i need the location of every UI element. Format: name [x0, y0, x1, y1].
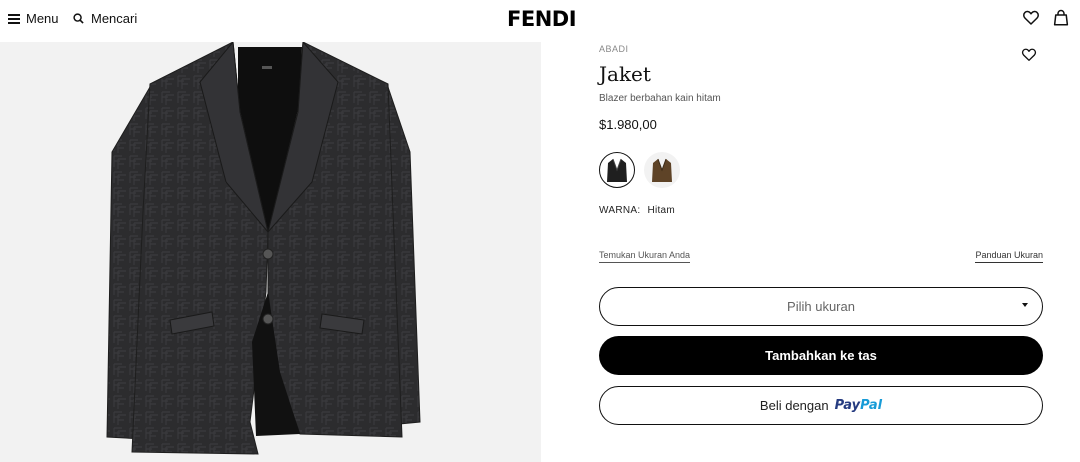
paypal-prefix: Beli dengan	[759, 398, 829, 413]
menu-label: Menu	[26, 11, 59, 26]
search-label: Mencari	[91, 11, 138, 26]
menu-button[interactable]: Menu	[8, 11, 59, 26]
color-label: WARNA:	[599, 205, 641, 216]
product-price: $1.980,00	[599, 117, 657, 132]
product-image[interactable]	[0, 42, 541, 462]
size-select[interactable]: Pilih ukuran	[599, 287, 1043, 326]
swatch-brown[interactable]	[644, 152, 680, 188]
size-links: Temukan Ukuran Anda Panduan Ukuran	[599, 250, 1043, 266]
shopping-bag-icon	[1053, 9, 1069, 26]
product-subtitle: Blazer berbahan kain hitam	[599, 93, 721, 104]
product-tag: ABADI	[599, 44, 629, 54]
find-size-link[interactable]: Temukan Ukuran Anda	[599, 250, 691, 263]
search-button[interactable]: Mencari	[73, 11, 137, 26]
wishlist-button[interactable]	[1022, 9, 1040, 27]
black-jacket-thumbnail	[607, 158, 627, 182]
selected-color: WARNA: Hitam	[599, 205, 675, 216]
heart-icon	[1023, 10, 1039, 25]
site-header: Menu Mencari FENDI	[0, 0, 1080, 40]
swatch-black[interactable]	[599, 152, 635, 188]
size-placeholder: Pilih ukuran	[787, 299, 855, 314]
color-swatches	[599, 152, 680, 188]
brown-jacket-thumbnail	[652, 158, 672, 182]
paypal-logo: PayPal	[834, 398, 883, 413]
paypal-button[interactable]: Beli dengan PayPal	[599, 386, 1043, 425]
product-wishlist-button[interactable]	[1021, 47, 1039, 65]
product-title: Jaket	[599, 62, 651, 86]
jacket-illustration	[106, 42, 421, 455]
bag-button[interactable]	[1052, 9, 1070, 27]
brand-logo[interactable]: FENDI	[507, 7, 577, 31]
hamburger-icon	[8, 13, 20, 24]
color-value: Hitam	[647, 205, 676, 216]
size-guide-link[interactable]: Panduan Ukuran	[975, 250, 1043, 263]
caret-down-icon	[1022, 303, 1028, 307]
add-to-bag-button[interactable]: Tambahkan ke tas	[599, 336, 1043, 375]
heart-icon	[1021, 48, 1037, 61]
search-icon	[73, 13, 84, 24]
